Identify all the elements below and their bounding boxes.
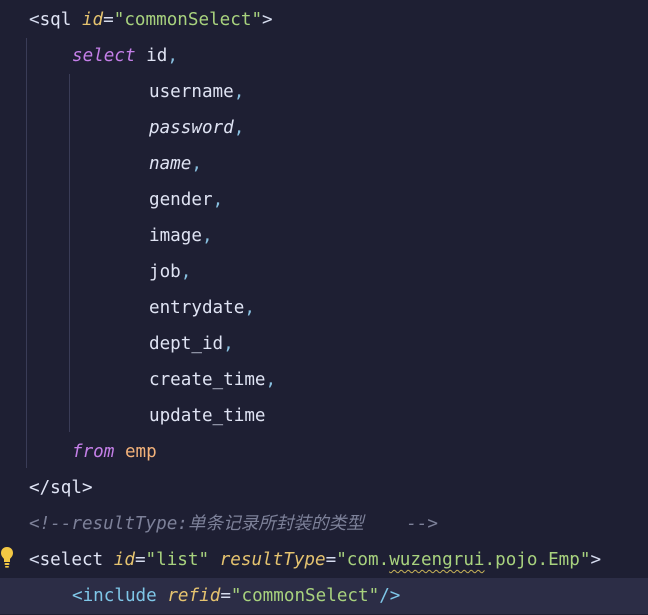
comma: , <box>167 46 178 66</box>
code-line-column[interactable]: dept_id, <box>149 326 234 362</box>
attr-value-part: "com. <box>336 550 390 570</box>
table-name: emp <box>124 442 157 462</box>
tag-bracket: < <box>72 586 83 606</box>
indent-guide-select <box>69 74 70 432</box>
code-line-select[interactable]: select id, <box>72 38 178 74</box>
code-line-column[interactable]: username, <box>149 74 244 110</box>
tag-name: select <box>39 550 104 570</box>
indent-guide-sql <box>26 38 27 468</box>
attr-equals: = <box>103 10 114 30</box>
code-line-select-tag[interactable]: <select id="list" resultType="com.wuzeng… <box>29 542 601 578</box>
attr-value: "list" <box>145 550 210 570</box>
column-name: dept_id <box>149 334 224 354</box>
column-name: username <box>149 82 234 102</box>
column-name: create_time <box>149 370 266 390</box>
column-name: update_time <box>149 406 266 426</box>
code-line-column[interactable]: update_time <box>149 398 266 434</box>
comma: , <box>180 262 192 282</box>
attr-name: resultType <box>219 550 326 570</box>
keyword-from: from <box>72 442 115 462</box>
code-line-column[interactable]: entrydate, <box>149 290 255 326</box>
tag-bracket: < <box>29 550 40 570</box>
attr-value: "commonSelect" <box>113 10 263 30</box>
column-name: id <box>146 46 168 66</box>
tag-name: sql <box>39 10 72 30</box>
code-line-column[interactable]: password, <box>149 110 244 146</box>
closing-tag: </sql> <box>29 478 93 498</box>
code-line-include-current[interactable]: <include refid="commonSelect"/> <box>0 578 648 614</box>
attr-value-part: .pojo.Emp" <box>484 550 591 570</box>
attr-equals: = <box>220 586 231 606</box>
code-line-column[interactable]: name, <box>149 146 202 182</box>
attr-equals: = <box>134 550 146 570</box>
lightbulb-icon[interactable] <box>0 545 14 571</box>
code-line-from[interactable]: from emp <box>72 434 157 470</box>
tag-name: include <box>82 586 157 606</box>
comma: , <box>223 334 234 354</box>
comma: , <box>233 118 245 138</box>
code-line-column[interactable]: image, <box>149 218 213 254</box>
code-line-sql-open[interactable]: <sql id="commonSelect"> <box>29 2 273 38</box>
code-line-column[interactable]: job, <box>149 254 191 290</box>
tag-bracket: > <box>590 550 602 570</box>
keyword-select: select <box>72 46 136 66</box>
attr-name: refid <box>167 586 221 606</box>
code-line-column[interactable]: gender, <box>149 182 223 218</box>
self-closing-bracket: /> <box>379 586 401 606</box>
tag-bracket: < <box>29 10 40 30</box>
attr-equals: = <box>325 550 337 570</box>
attr-name: id <box>113 550 135 570</box>
comma: , <box>265 370 277 390</box>
comma: , <box>191 154 202 174</box>
column-name: name <box>149 154 192 174</box>
comma: , <box>212 190 224 210</box>
comma: , <box>233 82 245 102</box>
code-editor[interactable]: <sql id="commonSelect"> select id, usern… <box>0 0 648 615</box>
column-name: image <box>149 226 202 246</box>
tag-bracket: > <box>262 10 273 30</box>
column-name: gender <box>149 190 213 210</box>
code-line-sql-close[interactable]: </sql> <box>29 470 93 506</box>
column-name: entrydate <box>149 298 245 318</box>
attr-name: id <box>81 10 104 30</box>
column-name: password <box>149 118 234 138</box>
xml-comment: <!--resultType:单条记录所封装的类型 --> <box>29 514 438 534</box>
typo-underlined-word[interactable]: wuzengrui <box>389 550 484 570</box>
code-line-comment[interactable]: <!--resultType:单条记录所封装的类型 --> <box>29 506 438 542</box>
attr-value: "commonSelect" <box>230 586 380 606</box>
column-name: job <box>149 262 181 282</box>
code-line-column[interactable]: create_time, <box>149 362 276 398</box>
comma: , <box>201 226 213 246</box>
comma: , <box>244 298 255 318</box>
